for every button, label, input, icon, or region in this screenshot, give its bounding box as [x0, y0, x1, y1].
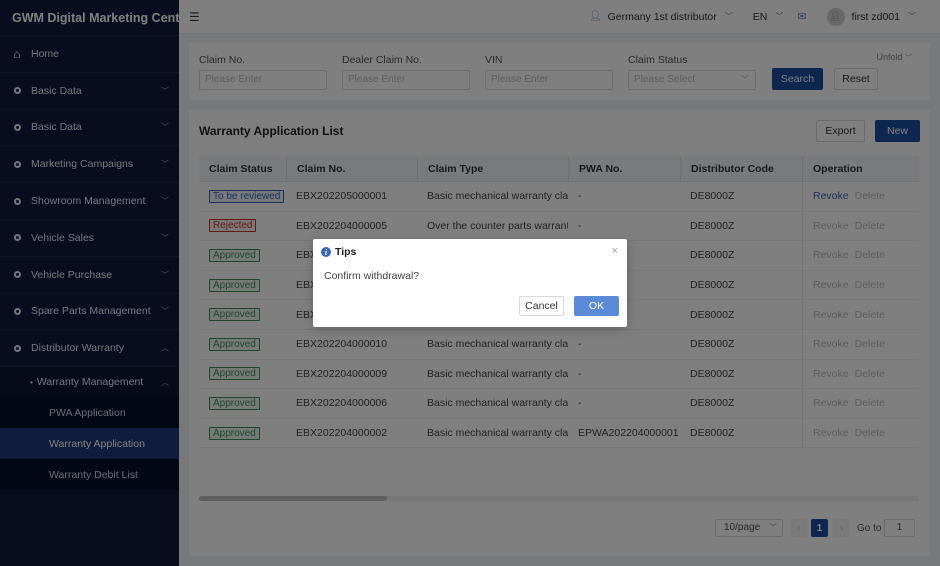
close-icon[interactable]: × [612, 245, 618, 257]
dialog-message: Confirm withdrawal? [324, 270, 420, 282]
dialog-title: Tips [335, 246, 357, 258]
info-icon: i [321, 247, 331, 257]
ok-button[interactable]: OK [574, 296, 619, 316]
cancel-button[interactable]: Cancel [519, 296, 564, 316]
dialog-header: i Tips [321, 246, 356, 258]
confirm-dialog: i Tips × Confirm withdrawal? Cancel OK [313, 239, 627, 327]
